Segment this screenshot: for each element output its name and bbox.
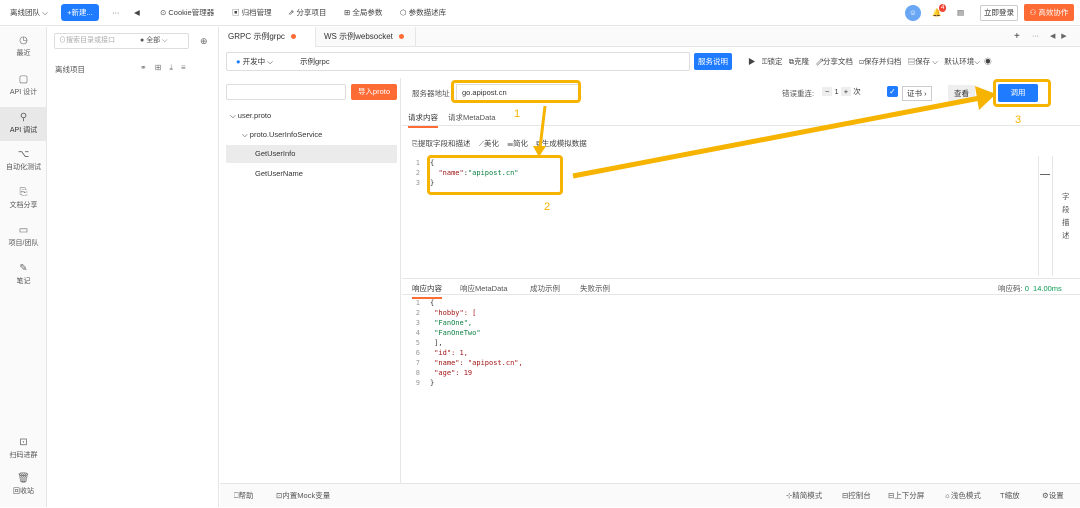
settings-button[interactable]: ⚙设置 [1042,484,1064,508]
annotation-arrows [533,86,996,179]
compact-mode-button[interactable]: ⊹精简模式 [786,484,822,508]
split-button[interactable]: ⊟上下分屏 [888,484,924,508]
bottom-bar: ⎕帮助 ⊡内置Mock变量 ⊹精简模式 ⊟控制台 ⊟上下分屏 ☼浅色模式 T缩放… [220,483,1080,507]
light-mode-button[interactable]: ☼浅色模式 [944,484,981,508]
mock-vars-button[interactable]: ⊡内置Mock变量 [276,484,330,508]
console-button[interactable]: ⊟控制台 [842,484,871,508]
zoom-button[interactable]: T缩放 [1000,484,1020,508]
help-button[interactable]: ⎕帮助 [234,484,254,508]
